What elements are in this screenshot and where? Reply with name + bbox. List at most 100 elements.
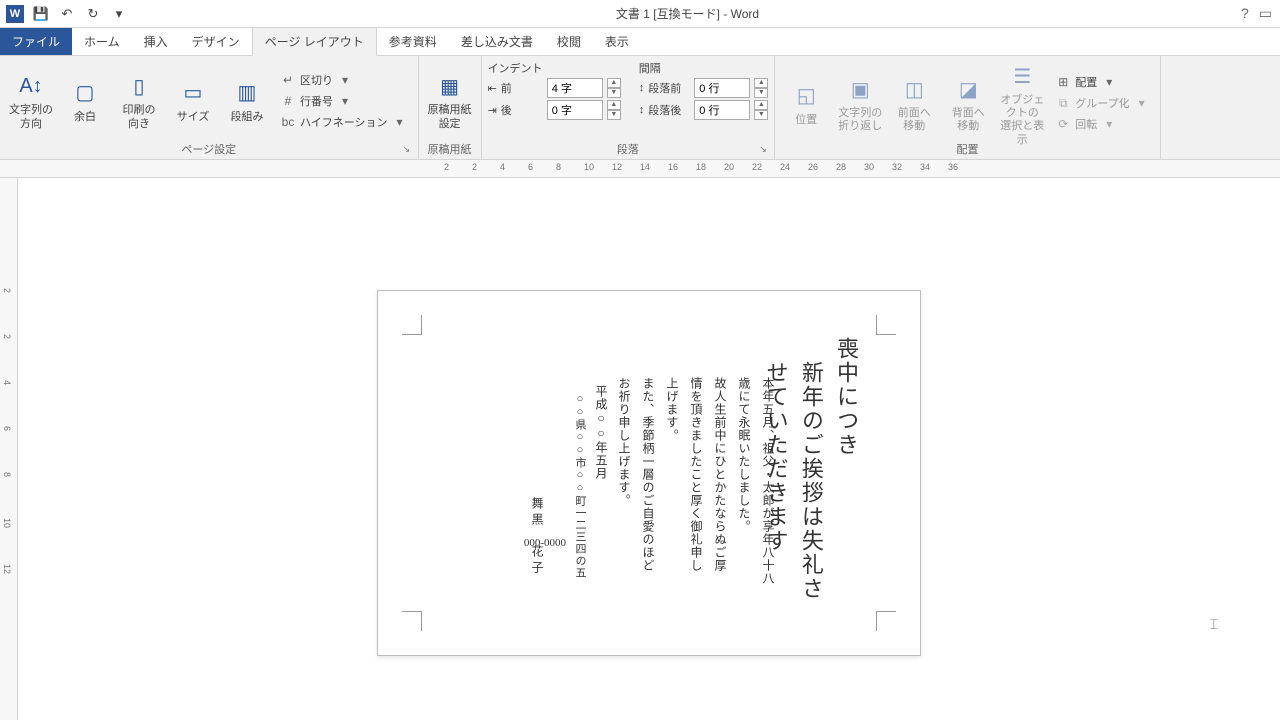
- rotate-icon: ⟳: [1055, 116, 1071, 132]
- bring-forward-button[interactable]: ◫ 前面へ 移動: [889, 60, 939, 147]
- tab-insert[interactable]: 挿入: [132, 28, 180, 55]
- help-icon[interactable]: ?: [1241, 5, 1249, 22]
- hyphenation-icon: bc: [280, 114, 296, 130]
- space-after-icon: ↕: [639, 104, 645, 116]
- ruler-v-tick: 4: [2, 380, 12, 385]
- group-icon: ⧉: [1055, 95, 1071, 111]
- ruler-v-tick: 6: [2, 426, 12, 431]
- text-cursor-icon: ⌶: [1210, 616, 1218, 633]
- date-text[interactable]: 平成○○年五月: [593, 385, 610, 480]
- ruler-h-tick: 26: [808, 162, 818, 172]
- body-text[interactable]: 本年五月、祖父・太郎が享年八十八 歳にて永眠いたしました。 故人生前中にひとかた…: [612, 377, 780, 585]
- word-icon: W: [6, 5, 24, 23]
- tab-references[interactable]: 参考資料: [377, 28, 449, 55]
- tab-page-layout[interactable]: ページ レイアウト: [252, 27, 377, 56]
- breaks-button[interactable]: ↵区切り▾: [276, 71, 412, 89]
- crop-mark-tl: [402, 315, 422, 335]
- indent-right-up[interactable]: ▲: [607, 100, 621, 110]
- spacing-header: 間隔: [639, 60, 769, 76]
- ruler-h-tick: 34: [920, 162, 930, 172]
- crop-mark-bl: [402, 611, 422, 631]
- qat-customize-icon[interactable]: ▾: [110, 5, 128, 23]
- ruler-h-tick: 22: [752, 162, 762, 172]
- undo-icon[interactable]: ↶: [58, 5, 76, 23]
- title-bar: W 💾 ↶ ↻ ▾ 文書 1 [互換モード] - Word ? ▭: [0, 0, 1280, 28]
- space-before-down[interactable]: ▼: [754, 88, 768, 98]
- orientation-button[interactable]: ▯ 印刷の 向き: [114, 60, 164, 141]
- ruler-v-tick: 8: [2, 472, 12, 477]
- redo-icon[interactable]: ↻: [84, 5, 102, 23]
- indent-right-down[interactable]: ▼: [607, 110, 621, 120]
- selection-pane-button[interactable]: ☰ オブジェクトの 選択と表示: [997, 60, 1047, 147]
- ruler-v-tick: 2: [2, 288, 12, 293]
- hyphenation-button[interactable]: bcハイフネーション▾: [276, 113, 412, 131]
- ruler-horizontal[interactable]: 224681012141618202224262830323436: [0, 160, 1280, 178]
- indent-right-input[interactable]: [547, 100, 603, 120]
- ruler-h-tick: 24: [780, 162, 790, 172]
- tab-home[interactable]: ホーム: [72, 28, 132, 55]
- group-label-paragraph: 段落: [482, 141, 775, 157]
- ruler-h-tick: 8: [556, 162, 561, 172]
- align-icon: ⊞: [1055, 74, 1071, 90]
- align-button[interactable]: ⊞配置▾: [1051, 73, 1153, 91]
- indent-left-up[interactable]: ▲: [607, 78, 621, 88]
- space-after-input[interactable]: [694, 100, 750, 120]
- columns-button[interactable]: ▥ 段組み: [222, 60, 272, 141]
- tab-view[interactable]: 表示: [593, 28, 641, 55]
- quick-access-toolbar: W 💾 ↶ ↻ ▾: [0, 5, 134, 23]
- margins-button[interactable]: ▢ 余白: [60, 60, 110, 141]
- tab-mailings[interactable]: 差し込み文書: [449, 28, 545, 55]
- manuscript-icon: ▦: [434, 70, 466, 102]
- space-after-up[interactable]: ▲: [754, 100, 768, 110]
- ruler-h-tick: 16: [668, 162, 678, 172]
- ruler-h-tick: 2: [444, 162, 449, 172]
- space-after-label: 段落後: [648, 102, 690, 118]
- group-manuscript: ▦ 原稿用紙 設定 原稿用紙: [419, 56, 482, 159]
- tab-file[interactable]: ファイル: [0, 28, 72, 55]
- group-arrange: ◱ 位置 ▣ 文字列の 折り返し ◫ 前面へ 移動 ◪ 背面へ 移動 ☰ オブジ…: [775, 56, 1160, 159]
- space-before-up[interactable]: ▲: [754, 78, 768, 88]
- space-after-down[interactable]: ▼: [754, 110, 768, 120]
- ruler-vertical[interactable]: 224681012: [0, 178, 18, 720]
- space-before-input[interactable]: [694, 78, 750, 98]
- ruler-h-tick: 10: [584, 162, 594, 172]
- indent-left-icon: ⇤: [488, 82, 497, 95]
- tab-review[interactable]: 校閲: [545, 28, 593, 55]
- page-setup-launcher[interactable]: ↘: [403, 144, 415, 156]
- indent-left-input[interactable]: [547, 78, 603, 98]
- ribbon-options-icon[interactable]: ▭: [1259, 5, 1272, 22]
- position-icon: ◱: [790, 80, 822, 112]
- window-title: 文書 1 [互換モード] - Word: [134, 5, 1241, 22]
- size-icon: ▭: [177, 77, 209, 109]
- space-before-icon: ↕: [639, 82, 645, 94]
- margins-icon: ▢: [69, 77, 101, 109]
- wrap-text-button[interactable]: ▣ 文字列の 折り返し: [835, 60, 885, 147]
- position-button[interactable]: ◱ 位置: [781, 60, 831, 147]
- page: 喪中につき 新年のご挨拶は失礼さ せていただきます 本年五月、祖父・太郎が享年八…: [377, 290, 921, 656]
- indent-left-down[interactable]: ▼: [607, 88, 621, 98]
- send-backward-button[interactable]: ◪ 背面へ 移動: [943, 60, 993, 147]
- ruler-h-tick: 6: [528, 162, 533, 172]
- document-area[interactable]: 喪中につき 新年のご挨拶は失礼さ せていただきます 本年五月、祖父・太郎が享年八…: [18, 178, 1280, 720]
- paragraph-launcher[interactable]: ↘: [759, 144, 771, 156]
- ribbon-tabs: ファイル ホーム 挿入 デザイン ページ レイアウト 参考資料 差し込み文書 校…: [0, 28, 1280, 56]
- manuscript-button[interactable]: ▦ 原稿用紙 設定: [425, 60, 475, 141]
- size-button[interactable]: ▭ サイズ: [168, 60, 218, 141]
- ruler-v-tick: 12: [2, 564, 12, 574]
- address-text[interactable]: ○○県○○市○○町一二三四の五: [572, 393, 588, 579]
- tab-design[interactable]: デザイン: [180, 28, 252, 55]
- columns-icon: ▥: [231, 77, 263, 109]
- sender-name-text[interactable]: 舞黒 花子: [529, 497, 546, 577]
- ruler-v-tick: 10: [2, 518, 12, 528]
- wrap-icon: ▣: [844, 73, 876, 105]
- ruler-h-tick: 30: [864, 162, 874, 172]
- group-label-arrange: 配置: [775, 141, 1159, 157]
- text-direction-button[interactable]: A↕ 文字列の 方向: [6, 60, 56, 141]
- indent-right-icon: ⇥: [488, 104, 497, 117]
- orientation-icon: ▯: [123, 70, 155, 102]
- group-button[interactable]: ⧉グループ化▾: [1051, 94, 1153, 112]
- group-page-setup: A↕ 文字列の 方向 ▢ 余白 ▯ 印刷の 向き ▭ サイズ ▥ 段組み ↵区切…: [0, 56, 419, 159]
- line-numbers-button[interactable]: #行番号▾: [276, 92, 412, 110]
- rotate-button[interactable]: ⟳回転▾: [1051, 115, 1153, 133]
- save-icon[interactable]: 💾: [32, 5, 50, 23]
